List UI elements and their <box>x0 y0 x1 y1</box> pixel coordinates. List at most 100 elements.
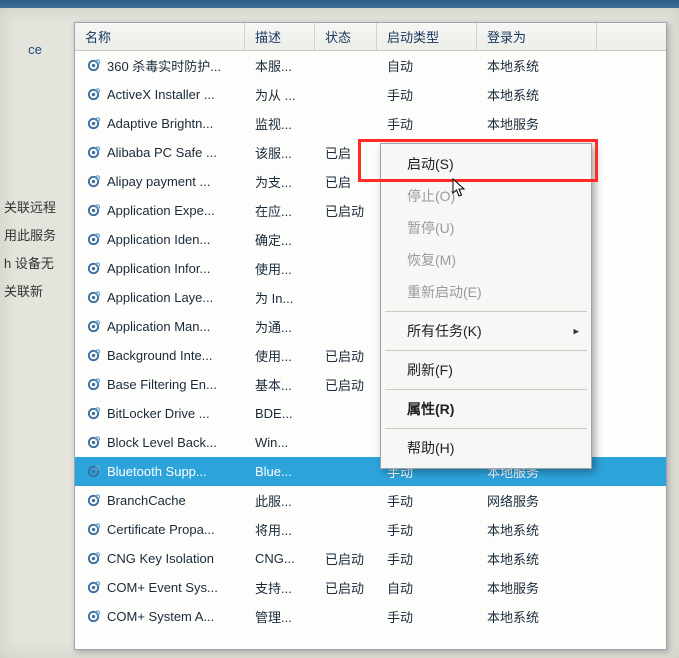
service-gear-icon <box>85 260 101 276</box>
service-desc-cell: 此服... <box>245 491 315 510</box>
service-name-text: COM+ System A... <box>107 609 214 624</box>
service-name-text: Adaptive Brightn... <box>107 116 213 131</box>
service-start-cell: 自动 <box>377 56 477 75</box>
table-row[interactable]: COM+ System A...管理...手动本地系统 <box>75 602 666 631</box>
service-name-text: COM+ Event Sys... <box>107 580 218 595</box>
context-item[interactable]: 刷新(F) <box>383 354 589 386</box>
col-header-start[interactable]: 启动类型 <box>377 23 477 50</box>
service-name-text: Application Iden... <box>107 232 210 247</box>
context-item[interactable]: 所有任务(K) <box>383 315 589 347</box>
service-gear-icon <box>85 289 101 305</box>
service-name-text: Base Filtering En... <box>107 377 217 392</box>
cursor-icon <box>452 178 468 198</box>
service-name-cell[interactable]: Base Filtering En... <box>75 376 245 392</box>
service-gear-icon <box>85 173 101 189</box>
context-separator <box>385 428 587 429</box>
service-gear-icon <box>85 463 101 479</box>
service-name-text: Alibaba PC Safe ... <box>107 145 217 160</box>
sidebar-line: 关联远程 <box>4 194 66 222</box>
service-start-cell: 手动 <box>377 520 477 539</box>
service-name-text: Application Expe... <box>107 203 215 218</box>
service-gear-icon <box>85 550 101 566</box>
service-name-cell[interactable]: Application Man... <box>75 318 245 334</box>
service-name-text: ActiveX Installer ... <box>107 87 215 102</box>
service-gear-icon <box>85 434 101 450</box>
service-desc-cell: 将用... <box>245 520 315 539</box>
sidebar-line: h 设备无 <box>4 250 66 278</box>
service-name-text: Application Laye... <box>107 290 213 305</box>
service-name-cell[interactable]: Application Expe... <box>75 202 245 218</box>
context-item[interactable]: 启动(S) <box>383 148 589 180</box>
service-desc-cell: 使用... <box>245 259 315 278</box>
service-name-cell[interactable]: CNG Key Isolation <box>75 550 245 566</box>
window-title-bar <box>0 0 679 8</box>
service-gear-icon <box>85 57 101 73</box>
service-name-text: BitLocker Drive ... <box>107 406 210 421</box>
context-item: 恢复(M) <box>383 244 589 276</box>
col-header-name[interactable]: 名称 <box>75 23 245 50</box>
service-gear-icon <box>85 521 101 537</box>
service-name-cell[interactable]: Application Iden... <box>75 231 245 247</box>
table-row[interactable]: Certificate Propa...将用... 手动本地系统 <box>75 515 666 544</box>
service-gear-icon <box>85 492 101 508</box>
service-desc-cell: 管理... <box>245 607 315 626</box>
col-header-desc[interactable]: 描述 <box>245 23 315 50</box>
service-name-cell[interactable]: COM+ Event Sys... <box>75 579 245 595</box>
service-name-text: Bluetooth Supp... <box>107 464 207 479</box>
context-item: 停止(O) <box>383 180 589 212</box>
service-name-text: BranchCache <box>107 493 186 508</box>
service-logon-cell: 本地系统 <box>477 520 597 539</box>
service-name-cell[interactable]: Alibaba PC Safe ... <box>75 144 245 160</box>
service-desc-cell: 为支... <box>245 172 315 191</box>
service-name-cell[interactable]: 360 杀毒实时防护... <box>75 56 245 75</box>
service-gear-icon <box>85 347 101 363</box>
service-name-cell[interactable]: Background Inte... <box>75 347 245 363</box>
service-name-cell[interactable]: Block Level Back... <box>75 434 245 450</box>
service-name-cell[interactable]: Application Infor... <box>75 260 245 276</box>
service-state-cell: 已启 <box>315 172 377 191</box>
sidebar-line: 用此服务 <box>4 222 66 250</box>
service-desc-cell: Win... <box>245 435 315 450</box>
context-item: 暂停(U) <box>383 212 589 244</box>
service-name-cell[interactable]: BitLocker Drive ... <box>75 405 245 421</box>
service-gear-icon <box>85 318 101 334</box>
service-name-text: Application Man... <box>107 319 210 334</box>
service-name-cell[interactable]: COM+ System A... <box>75 608 245 624</box>
service-name-cell[interactable]: ActiveX Installer ... <box>75 86 245 102</box>
table-row[interactable]: CNG Key IsolationCNG...已启动手动本地系统 <box>75 544 666 573</box>
service-name-text: Application Infor... <box>107 261 210 276</box>
service-logon-cell: 本地系统 <box>477 56 597 75</box>
service-logon-cell: 本地系统 <box>477 549 597 568</box>
context-item: 重新启动(E) <box>383 276 589 308</box>
service-desc-cell: 为 In... <box>245 288 315 307</box>
service-name-cell[interactable]: Bluetooth Supp... <box>75 463 245 479</box>
context-item[interactable]: 属性(R) <box>383 393 589 425</box>
service-name-cell[interactable]: Application Laye... <box>75 289 245 305</box>
table-row[interactable]: ActiveX Installer ...为从 ...手动本地系统 <box>75 80 666 109</box>
table-row[interactable]: BranchCache此服...手动网络服务 <box>75 486 666 515</box>
table-row[interactable]: COM+ Event Sys...支持...已启动自动本地服务 <box>75 573 666 602</box>
service-name-text: Background Inte... <box>107 348 213 363</box>
service-start-cell: 手动 <box>377 549 477 568</box>
context-item[interactable]: 帮助(H) <box>383 432 589 464</box>
service-logon-cell: 本地服务 <box>477 114 597 133</box>
service-desc-cell: 为通... <box>245 317 315 336</box>
service-desc-cell: 基本... <box>245 375 315 394</box>
service-name-cell[interactable]: BranchCache <box>75 492 245 508</box>
column-header-row[interactable]: 名称 描述 状态 启动类型 登录为 <box>75 23 666 51</box>
left-sidebar: ce 关联远程 用此服务 h 设备无 关联新 <box>0 28 70 314</box>
service-logon-cell: 本地系统 <box>477 85 597 104</box>
service-desc-cell: 支持... <box>245 578 315 597</box>
context-separator <box>385 311 587 312</box>
table-row[interactable]: Adaptive Brightn...监视...手动本地服务 <box>75 109 666 138</box>
service-name-text: CNG Key Isolation <box>107 551 214 566</box>
service-name-text: 360 杀毒实时防护... <box>107 56 221 75</box>
service-desc-cell: 为从 ... <box>245 85 315 104</box>
col-header-state[interactable]: 状态 <box>315 23 377 50</box>
service-name-text: Block Level Back... <box>107 435 217 450</box>
service-name-cell[interactable]: Adaptive Brightn... <box>75 115 245 131</box>
service-name-cell[interactable]: Alipay payment ... <box>75 173 245 189</box>
service-name-cell[interactable]: Certificate Propa... <box>75 521 245 537</box>
col-header-logon[interactable]: 登录为 <box>477 23 597 50</box>
table-row[interactable]: 360 杀毒实时防护...本服...自动本地系统 <box>75 51 666 80</box>
